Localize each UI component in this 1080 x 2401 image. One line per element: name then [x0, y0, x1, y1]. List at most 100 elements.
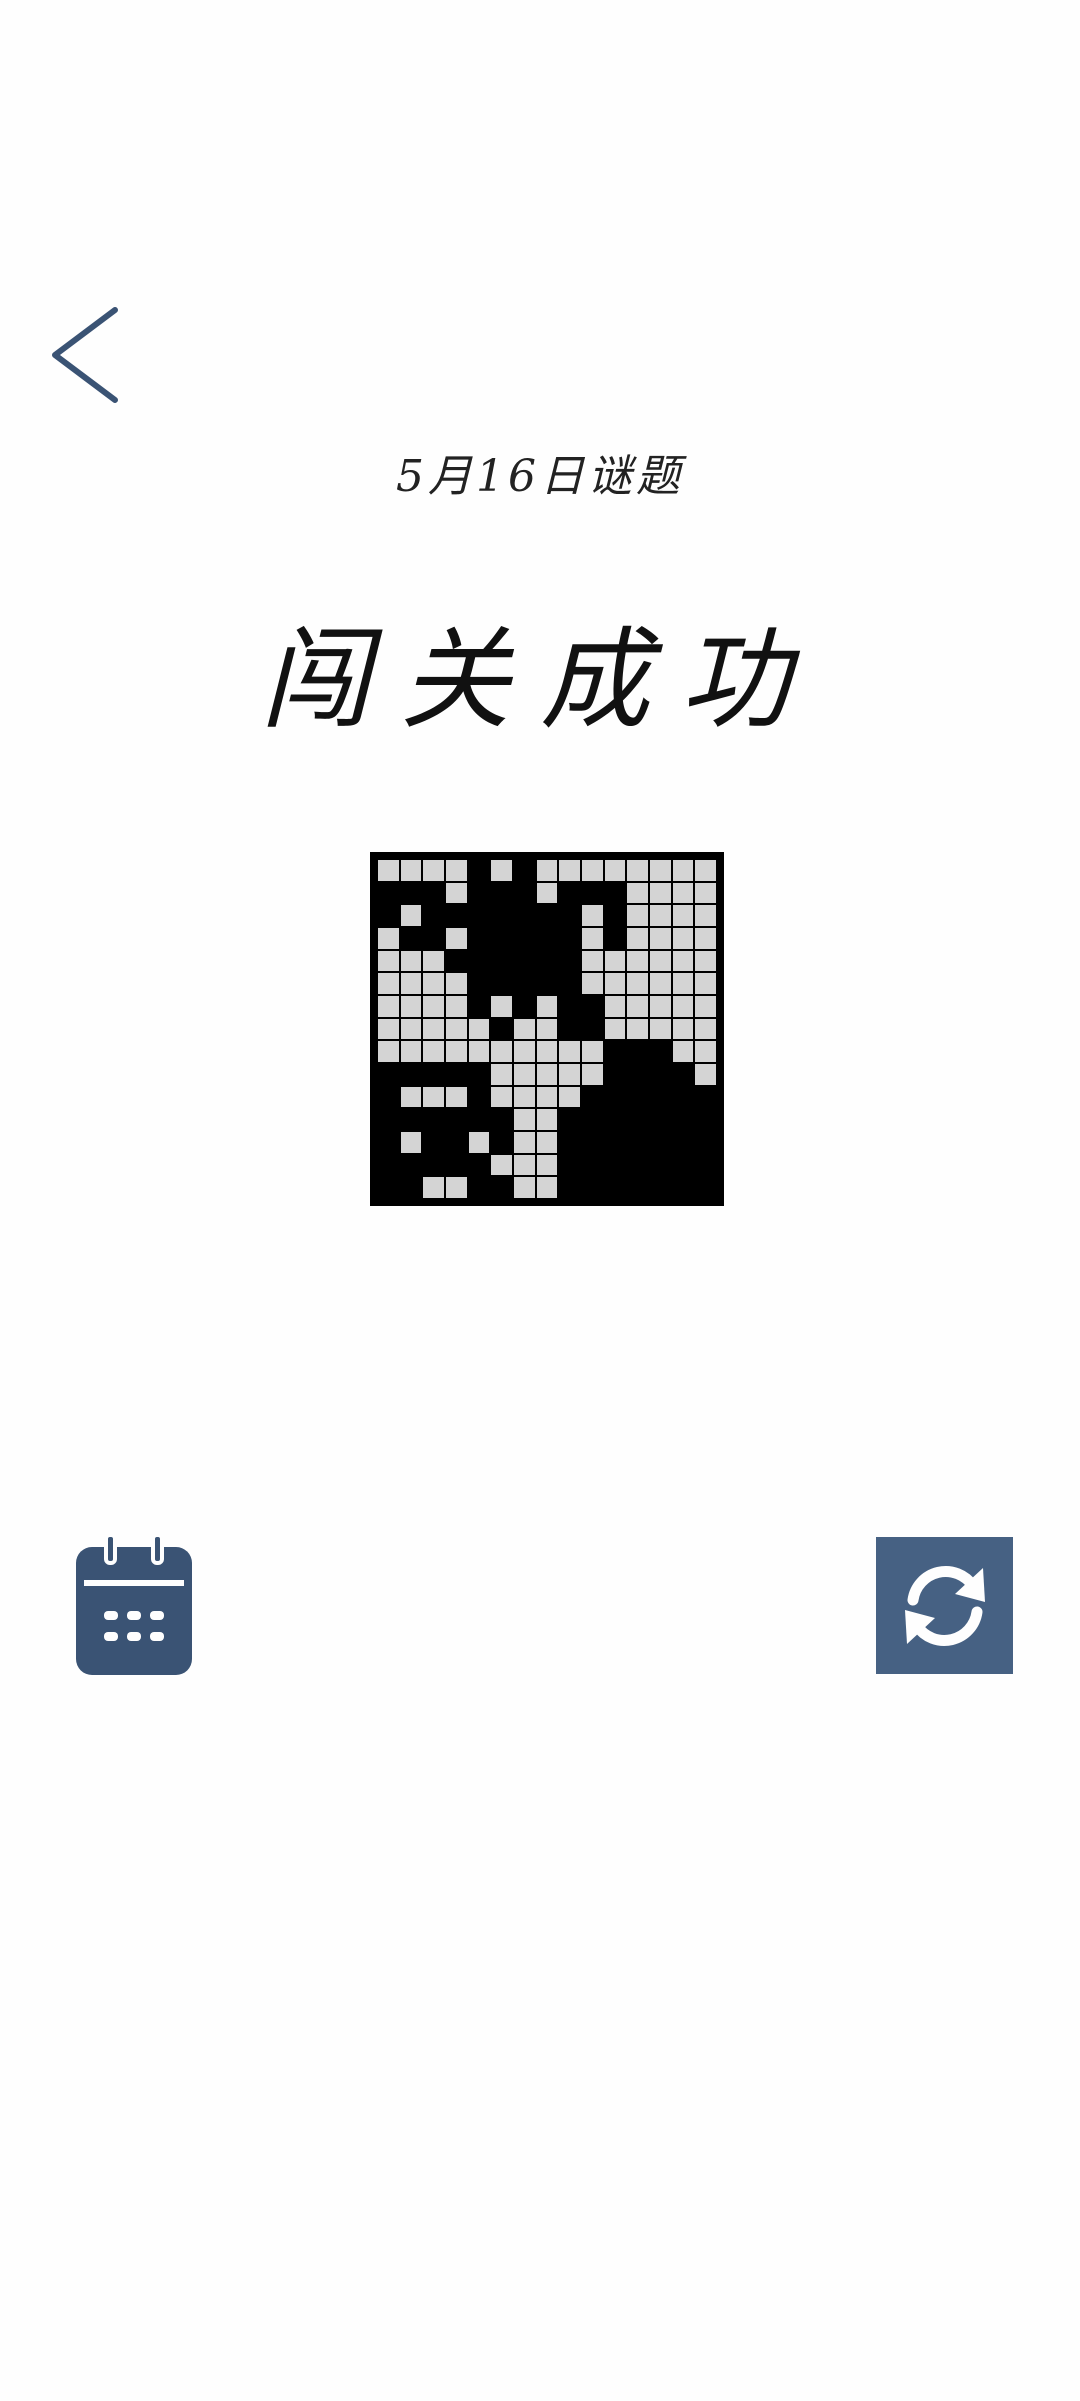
puzzle-cell-empty: [649, 995, 671, 1017]
puzzle-cell-filled: [627, 1109, 648, 1130]
puzzle-cell-empty: [536, 1177, 558, 1198]
puzzle-cell-filled: [581, 1177, 603, 1198]
puzzle-cell-filled: [581, 1018, 603, 1040]
back-button[interactable]: [40, 300, 130, 410]
puzzle-cell-filled: [468, 950, 490, 972]
calendar-button[interactable]: [76, 1535, 192, 1675]
puzzle-cell-filled: [423, 927, 444, 949]
puzzle-cell-empty: [400, 1018, 422, 1040]
puzzle-cell-filled: [559, 927, 580, 949]
puzzle-cell-empty: [581, 905, 603, 926]
puzzle-cell-filled: [468, 1177, 490, 1198]
refresh-button[interactable]: [876, 1537, 1013, 1674]
calendar-icon: [76, 1535, 192, 1675]
puzzle-cell-empty: [445, 1018, 467, 1040]
puzzle-cell-filled: [513, 927, 535, 949]
puzzle-cell-filled: [468, 1063, 490, 1085]
puzzle-cell-empty: [581, 860, 603, 881]
puzzle-cell-empty: [400, 995, 422, 1017]
puzzle-cell-filled: [627, 1177, 648, 1198]
level-complete-title: 闯关成功: [260, 616, 820, 744]
puzzle-cell-empty: [672, 882, 694, 904]
puzzle-cell-empty: [649, 927, 671, 949]
puzzle-cell-empty: [536, 1041, 558, 1062]
puzzle-cell-empty: [627, 860, 648, 881]
puzzle-cell-empty: [695, 995, 716, 1017]
puzzle-cell-empty: [513, 1063, 535, 1085]
puzzle-cell-empty: [581, 1063, 603, 1085]
puzzle-cell-filled: [445, 950, 467, 972]
puzzle-cell-filled: [378, 882, 399, 904]
puzzle-cell-empty: [445, 995, 467, 1017]
puzzle-cell-filled: [468, 1086, 490, 1108]
puzzle-cell-filled: [604, 1131, 626, 1153]
chevron-left-icon: [52, 307, 118, 403]
puzzle-cell-filled: [378, 1109, 399, 1130]
puzzle-cell-filled: [581, 1086, 603, 1108]
puzzle-cell-filled: [400, 882, 422, 904]
puzzle-cell-filled: [400, 1177, 422, 1198]
puzzle-cell-empty: [695, 905, 716, 926]
puzzle-cell-empty: [536, 1109, 558, 1130]
puzzle-cell-empty: [695, 882, 716, 904]
puzzle-cell-filled: [627, 1086, 648, 1108]
puzzle-cell-filled: [672, 1086, 694, 1108]
puzzle-cell-empty: [695, 950, 716, 972]
puzzle-cell-filled: [649, 1131, 671, 1153]
puzzle-cell-filled: [627, 1063, 648, 1085]
puzzle-cell-empty: [672, 860, 694, 881]
puzzle-cell-filled: [491, 1131, 512, 1153]
puzzle-cell-filled: [559, 995, 580, 1017]
puzzle-cell-filled: [649, 1109, 671, 1130]
puzzle-cell-empty: [604, 950, 626, 972]
puzzle-cell-filled: [695, 1177, 716, 1198]
puzzle-cell-filled: [559, 1018, 580, 1040]
puzzle-cell-empty: [627, 1018, 648, 1040]
puzzle-cell-empty: [627, 973, 648, 994]
puzzle-cell-filled: [491, 905, 512, 926]
puzzle-cell-empty: [581, 973, 603, 994]
puzzle-cell-filled: [559, 973, 580, 994]
puzzle-cell-filled: [536, 973, 558, 994]
puzzle-cell-empty: [445, 973, 467, 994]
puzzle-cell-filled: [491, 1018, 512, 1040]
puzzle-cell-empty: [445, 1041, 467, 1062]
puzzle-cell-filled: [445, 1063, 467, 1085]
puzzle-cell-filled: [468, 1154, 490, 1176]
puzzle-cell-filled: [604, 1154, 626, 1176]
puzzle-cell-empty: [423, 1086, 444, 1108]
puzzle-cell-filled: [423, 1131, 444, 1153]
puzzle-cell-empty: [400, 950, 422, 972]
puzzle-grid: [378, 860, 716, 1198]
puzzle-cell-filled: [378, 905, 399, 926]
puzzle-cell-filled: [649, 1177, 671, 1198]
puzzle-cell-filled: [423, 905, 444, 926]
puzzle-cell-filled: [581, 882, 603, 904]
puzzle-cell-filled: [423, 882, 444, 904]
puzzle-cell-filled: [468, 995, 490, 1017]
puzzle-cell-empty: [513, 1086, 535, 1108]
puzzle-cell-filled: [536, 927, 558, 949]
puzzle-cell-filled: [627, 1041, 648, 1062]
puzzle-cell-filled: [604, 1177, 626, 1198]
puzzle-cell-filled: [672, 1131, 694, 1153]
puzzle-cell-filled: [649, 1063, 671, 1085]
puzzle-cell-empty: [400, 973, 422, 994]
puzzle-cell-empty: [468, 1041, 490, 1062]
puzzle-cell-filled: [604, 905, 626, 926]
puzzle-cell-empty: [445, 882, 467, 904]
puzzle-cell-filled: [513, 860, 535, 881]
puzzle-cell-filled: [672, 1177, 694, 1198]
puzzle-cell-empty: [695, 973, 716, 994]
puzzle-cell-empty: [627, 950, 648, 972]
puzzle-cell-empty: [672, 1018, 694, 1040]
puzzle-cell-filled: [378, 1063, 399, 1085]
puzzle-cell-empty: [604, 995, 626, 1017]
puzzle-cell-filled: [468, 860, 490, 881]
puzzle-cell-filled: [468, 882, 490, 904]
puzzle-cell-empty: [627, 995, 648, 1017]
puzzle-cell-filled: [491, 882, 512, 904]
puzzle-cell-filled: [581, 1109, 603, 1130]
puzzle-cell-filled: [649, 1041, 671, 1062]
puzzle-cell-empty: [581, 927, 603, 949]
